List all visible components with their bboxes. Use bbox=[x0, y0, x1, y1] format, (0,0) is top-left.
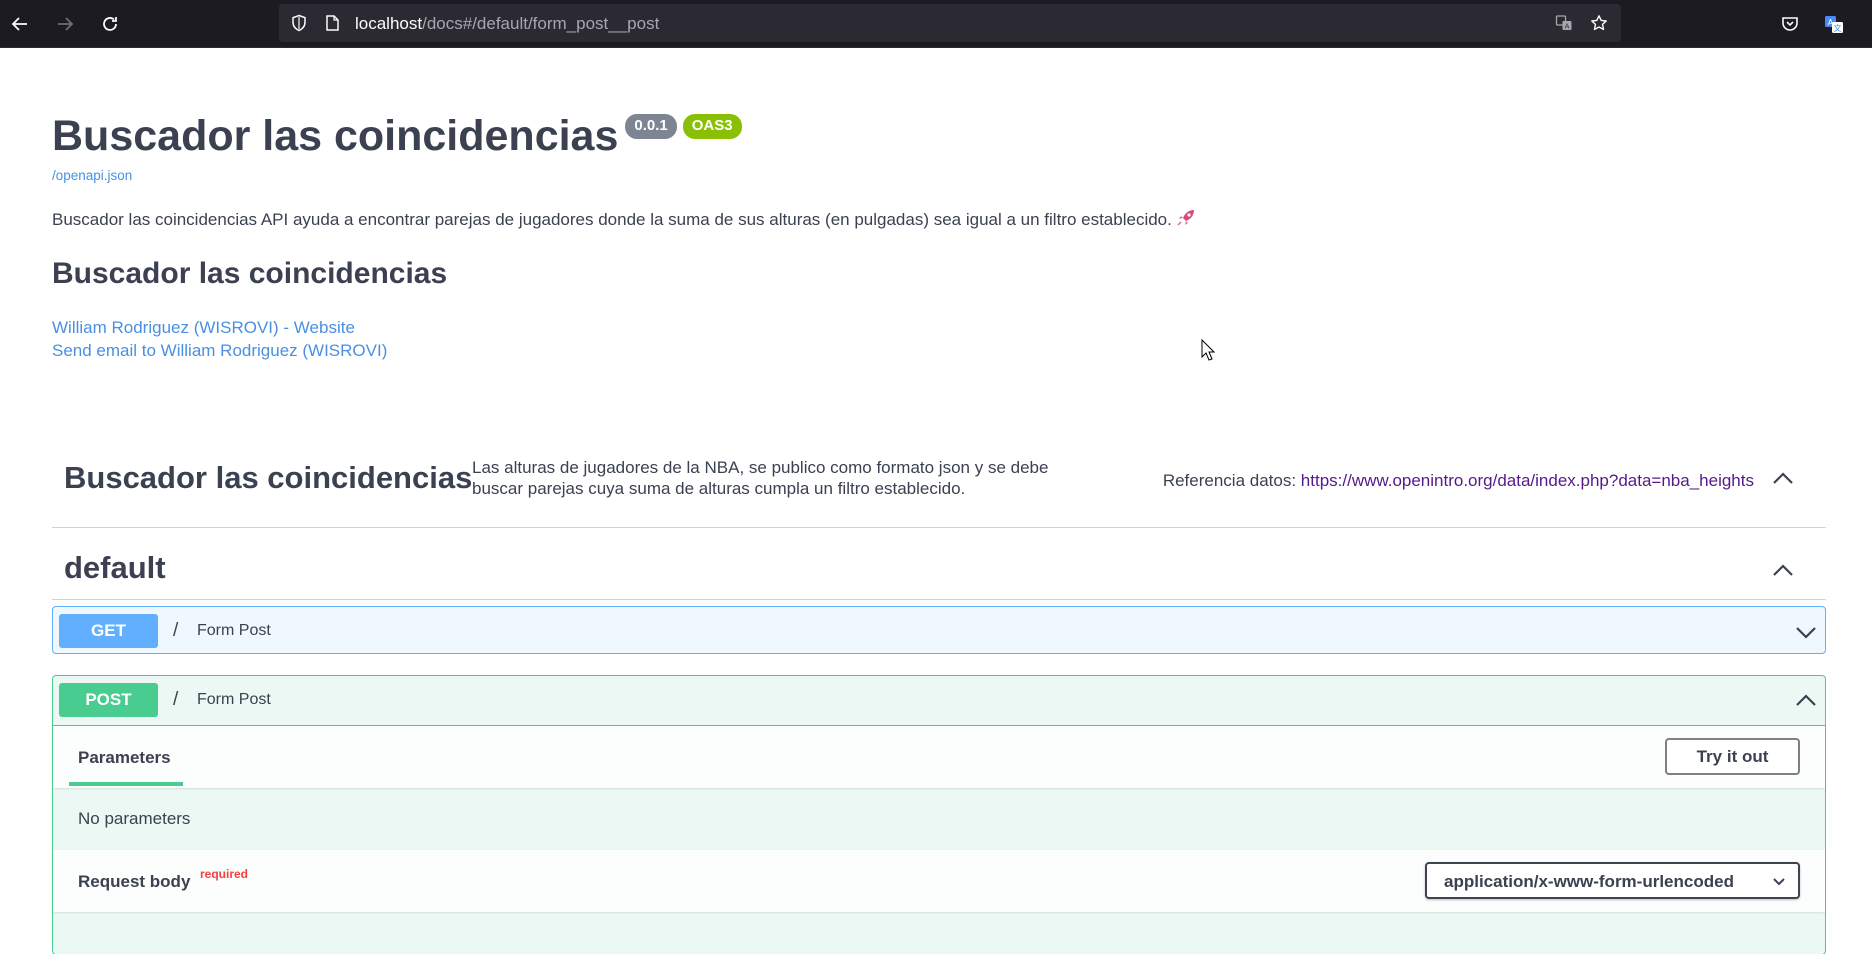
api-heading: Buscador las coincidencias bbox=[52, 257, 448, 290]
no-parameters-text: No parameters bbox=[78, 809, 191, 828]
request-body-header: Request body required application/x-www-… bbox=[53, 850, 1825, 912]
operation-path: / bbox=[173, 620, 179, 641]
content-type-select[interactable]: application/x-www-form-urlencoded bbox=[1425, 862, 1800, 899]
request-body-title: Request body bbox=[78, 872, 191, 891]
swagger-page: Buscador las coincidencias 0.0.1 OAS3 /o… bbox=[0, 48, 1872, 954]
reload-icon bbox=[103, 17, 117, 31]
tag-name: Buscador las coincidencias bbox=[64, 460, 473, 495]
api-description-text: Buscador las coincidencias API ayuda a e… bbox=[52, 210, 1172, 229]
required-marker: required bbox=[200, 867, 249, 881]
url-path: /docs#/default/form_post__post bbox=[422, 14, 660, 33]
api-info: Buscador las coincidencias 0.0.1 OAS3 /o… bbox=[52, 110, 1832, 362]
parameters-header: Parameters Try it out bbox=[53, 726, 1825, 788]
svg-text:A: A bbox=[1565, 23, 1570, 31]
bookmark-star-icon[interactable] bbox=[1589, 13, 1609, 33]
chevron-down-icon[interactable] bbox=[1793, 619, 1819, 645]
operation-path: / bbox=[173, 689, 179, 710]
chevron-up-icon[interactable] bbox=[1770, 466, 1796, 492]
tab-active-indicator bbox=[69, 782, 183, 786]
operation-summary-text: Form Post bbox=[197, 691, 271, 708]
reload-button[interactable] bbox=[96, 10, 124, 38]
contact-links: William Rodriguez (WISROVI) - Website Se… bbox=[52, 316, 1832, 362]
tag-section-main[interactable]: Buscador las coincidencias Las alturas d… bbox=[52, 446, 1826, 528]
tag-name: default bbox=[64, 550, 166, 585]
pocket-button[interactable] bbox=[1776, 10, 1804, 38]
url-text[interactable]: localhost/docs#/default/form_post__post bbox=[355, 14, 659, 34]
browser-toolbar: localhost/docs#/default/form_post__post … bbox=[0, 0, 1872, 48]
tab-parameters[interactable]: Parameters bbox=[78, 748, 171, 768]
external-docs-label: Referencia datos: bbox=[1162, 471, 1297, 490]
arrow-right-icon bbox=[58, 17, 74, 31]
operation-get-form-post[interactable]: GET / Form Post bbox=[52, 606, 1826, 654]
translate-icon[interactable]: A bbox=[1554, 13, 1574, 33]
openapi-json-link[interactable]: /openapi.json bbox=[52, 168, 1832, 183]
chevron-up-icon[interactable] bbox=[1793, 688, 1819, 714]
translate-extension-icon: A文 bbox=[1825, 16, 1843, 33]
content-type-value: application/x-www-form-urlencoded bbox=[1444, 872, 1734, 891]
tag-section-default[interactable]: default bbox=[52, 536, 1826, 600]
contact-website-link[interactable]: William Rodriguez (WISROVI) - Website bbox=[52, 316, 1832, 339]
chevron-up-icon[interactable] bbox=[1770, 558, 1796, 584]
title-row: Buscador las coincidencias 0.0.1 OAS3 bbox=[52, 110, 1832, 162]
contact-email-link[interactable]: Send email to William Rodriguez (WISROVI… bbox=[52, 339, 1832, 362]
operation-summary-text: Form Post bbox=[197, 622, 271, 639]
operation-post-form-post: POST / Form Post Parameters Try it out N… bbox=[52, 675, 1826, 954]
api-description: Buscador las coincidencias API ayuda a e… bbox=[52, 209, 1832, 233]
back-button[interactable] bbox=[6, 10, 34, 38]
api-title: Buscador las coincidencias bbox=[52, 112, 619, 160]
url-host: localhost bbox=[355, 14, 423, 33]
mouse-cursor-icon bbox=[1201, 339, 1215, 361]
try-it-out-button[interactable]: Try it out bbox=[1665, 738, 1800, 775]
arrow-left-icon bbox=[11, 17, 27, 31]
external-docs-link[interactable]: https://www.openintro.org/data/index.php… bbox=[1301, 471, 1754, 490]
translate-extension-button[interactable]: A文 bbox=[1820, 10, 1848, 38]
method-badge-post: POST bbox=[59, 683, 158, 717]
shield-icon[interactable] bbox=[289, 13, 309, 33]
pocket-icon bbox=[1782, 17, 1798, 31]
version-badge: 0.0.1 bbox=[625, 114, 677, 139]
method-badge-get: GET bbox=[59, 614, 158, 648]
rocket-icon bbox=[1176, 209, 1196, 233]
oas-badge: OAS3 bbox=[682, 114, 742, 139]
tag-description: Las alturas de jugadores de la NBA, se p… bbox=[472, 458, 1049, 498]
external-docs: Referencia datos: https://www.openintro.… bbox=[1163, 471, 1754, 491]
address-bar[interactable]: localhost/docs#/default/form_post__post … bbox=[279, 4, 1621, 42]
chevron-down-icon bbox=[1773, 878, 1785, 886]
operation-summary[interactable]: GET / Form Post bbox=[53, 607, 1825, 655]
forward-button[interactable] bbox=[51, 10, 79, 38]
svg-text:文: 文 bbox=[1834, 23, 1842, 33]
operation-summary[interactable]: POST / Form Post bbox=[53, 676, 1825, 726]
page-icon[interactable] bbox=[322, 13, 342, 33]
